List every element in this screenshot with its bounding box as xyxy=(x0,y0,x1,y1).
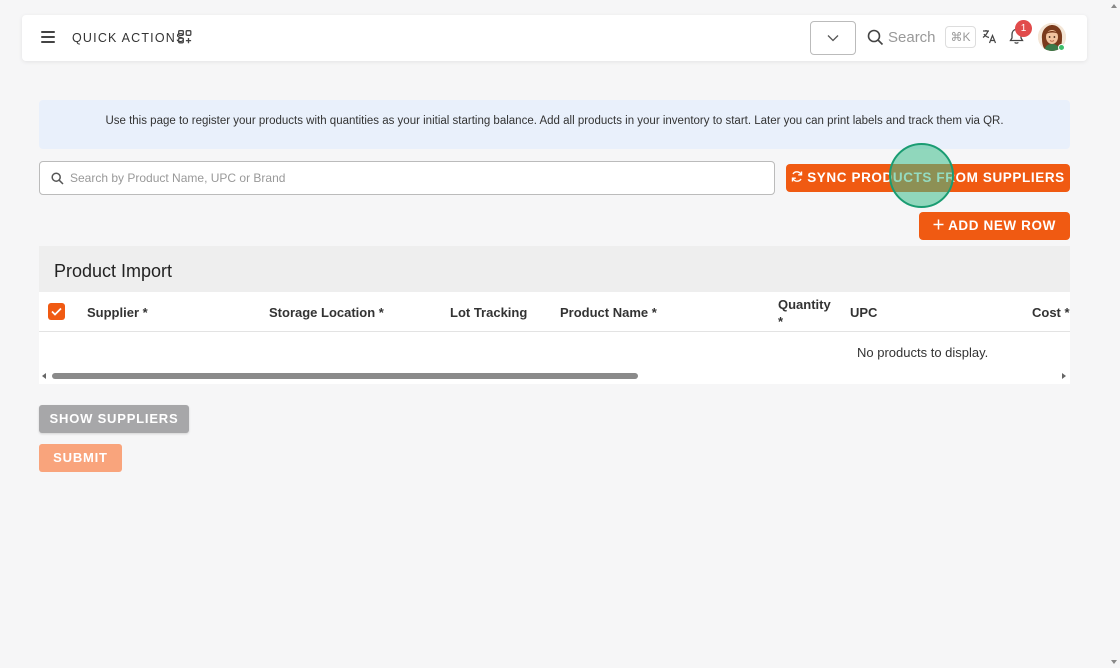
online-status-dot xyxy=(1058,44,1065,51)
search-icon xyxy=(51,172,64,185)
table-header-row: Supplier * Storage Location * Lot Tracki… xyxy=(39,292,1070,332)
scroll-left-arrow[interactable] xyxy=(42,373,46,379)
select-all-checkbox[interactable] xyxy=(48,303,65,320)
scroll-down-arrow[interactable] xyxy=(1111,660,1117,664)
top-navbar: QUICK ACTIONS Search ⌘K 1 xyxy=(22,15,1087,61)
scroll-up-arrow[interactable] xyxy=(1111,4,1117,8)
table-title: Product Import xyxy=(54,261,173,281)
menu-icon[interactable] xyxy=(41,31,55,43)
quantity-header-line2: * xyxy=(778,314,784,329)
column-header-upc[interactable]: UPC xyxy=(850,305,877,320)
context-dropdown[interactable] xyxy=(810,21,856,55)
quantity-header-line1: Quantity xyxy=(778,297,831,312)
submit-button[interactable]: SUBMIT xyxy=(39,444,122,472)
column-header-cost[interactable]: Cost * xyxy=(1032,305,1070,320)
info-banner: Use this page to register your products … xyxy=(39,100,1070,149)
column-header-product-name[interactable]: Product Name * xyxy=(560,305,657,320)
info-banner-text: Use this page to register your products … xyxy=(105,115,1004,127)
chevron-down-icon xyxy=(827,35,839,42)
table-horizontal-scrollbar[interactable] xyxy=(39,370,1070,384)
product-import-table: Product Import Supplier * Storage Locati… xyxy=(39,246,1070,384)
add-new-row-label: ADD NEW ROW xyxy=(948,218,1056,233)
search-shortcut-badge: ⌘K xyxy=(945,26,976,48)
sync-products-button[interactable]: SYNC PRODUCTS FROM SUPPLIERS xyxy=(786,164,1070,192)
empty-table-message: No products to display. xyxy=(857,345,989,360)
scroll-right-arrow[interactable] xyxy=(1062,373,1066,379)
quick-actions-icon[interactable] xyxy=(178,30,192,44)
column-header-storage-location[interactable]: Storage Location * xyxy=(269,305,384,320)
column-header-quantity[interactable]: Quantity * xyxy=(778,296,831,330)
table-title-bar: Product Import xyxy=(39,246,1070,292)
column-header-lot-tracking[interactable]: Lot Tracking xyxy=(450,305,527,320)
scrollbar-thumb[interactable] xyxy=(52,373,638,379)
translate-icon[interactable] xyxy=(982,29,997,44)
column-header-supplier[interactable]: Supplier * xyxy=(87,305,148,320)
page-scrollbar[interactable] xyxy=(1108,0,1120,668)
show-suppliers-button[interactable]: SHOW SUPPLIERS xyxy=(39,405,189,433)
sync-icon xyxy=(792,171,803,183)
plus-icon xyxy=(933,219,944,230)
sync-products-label: SYNC PRODUCTS FROM SUPPLIERS xyxy=(807,170,1065,185)
product-search-field[interactable] xyxy=(39,161,775,195)
global-search-input[interactable]: Search xyxy=(888,29,936,46)
check-icon xyxy=(51,307,62,316)
search-icon[interactable] xyxy=(867,29,884,46)
add-new-row-button[interactable]: ADD NEW ROW xyxy=(919,212,1070,240)
notification-badge: 1 xyxy=(1015,20,1032,37)
product-search-input[interactable] xyxy=(70,162,760,194)
quick-actions-label[interactable]: QUICK ACTIONS xyxy=(72,31,186,45)
